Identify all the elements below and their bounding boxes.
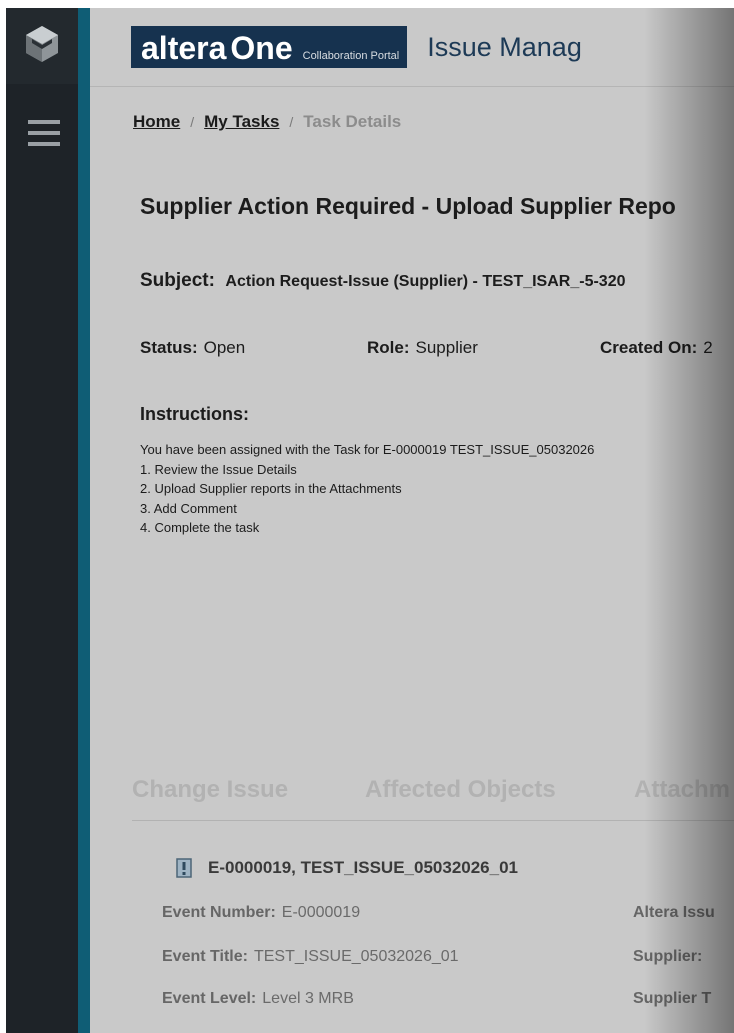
main-content: altera One Collaboration Portal Issue Ma… (90, 8, 734, 1033)
event-number-label: Event Number: (162, 904, 276, 921)
header: altera One Collaboration Portal Issue Ma… (131, 26, 582, 68)
status-field: Status: Open (140, 338, 245, 358)
app-title: Issue Manag (427, 31, 582, 62)
task-subject: Subject: Action Request-Issue (Supplier)… (140, 270, 625, 292)
event-level-label: Event Level: (162, 990, 257, 1007)
brand-subtitle: Collaboration Portal (302, 50, 400, 62)
brand-logo[interactable]: altera One Collaboration Portal (131, 26, 408, 68)
instruction-line: 1. Review the Issue Details (140, 461, 297, 477)
created-on-value: 2 (703, 338, 713, 357)
tab-change-issue[interactable]: Change Issue (132, 776, 288, 804)
subject-label: Subject: (140, 270, 215, 291)
tab-attachments[interactable]: Attachm (634, 776, 730, 804)
instructions-heading: Instructions: (140, 404, 250, 424)
breadcrumb: Home / My Tasks / Task Details (133, 112, 401, 132)
event-level-value: Level 3 MRB (262, 990, 354, 1007)
hamburger-menu-button[interactable] (28, 119, 60, 151)
subject-value: Action Request-Issue (Supplier) - TEST_I… (225, 273, 626, 290)
supplier-type-label: Supplier T (633, 990, 712, 1007)
issue-heading: E-0000019, TEST_ISSUE_05032026_01 (208, 858, 519, 877)
supplier-field: Supplier: (633, 948, 708, 966)
event-title-label: Event Title: (162, 948, 248, 965)
brand-word: altera (141, 30, 227, 66)
accent-bar (78, 8, 90, 1033)
sidebar (6, 8, 78, 1033)
role-label: Role: (367, 338, 410, 357)
breadcrumb-current: Task Details (303, 112, 402, 131)
altera-cube-logo-icon (25, 25, 59, 68)
role-field: Role: Supplier (367, 338, 478, 358)
instructions-text: You have been assigned with the Task for… (140, 440, 594, 538)
hamburger-menu-icon (28, 119, 60, 151)
tabs-divider (132, 820, 734, 821)
issue-header: E-0000019, TEST_ISSUE_05032026_01 (176, 858, 518, 878)
instruction-line: You have been assigned with the Task for… (140, 442, 595, 457)
supplier-type-field: Supplier T (633, 990, 717, 1008)
created-on-field: Created On: 2 (600, 338, 713, 358)
breadcrumb-separator: / (190, 114, 195, 130)
breadcrumb-my-tasks-link[interactable]: My Tasks (204, 112, 279, 132)
event-number-value: E-0000019 (281, 904, 361, 921)
event-title-field: Event Title: TEST_ISSUE_05032026_01 (162, 948, 459, 966)
supplier-label: Supplier: (633, 948, 703, 965)
top-edge (0, 0, 734, 8)
instruction-line: 3. Add Comment (140, 500, 237, 516)
role-value: Supplier (415, 338, 478, 357)
breadcrumb-home-link[interactable]: Home (133, 112, 180, 132)
app-window: altera One Collaboration Portal Issue Ma… (0, 0, 734, 1033)
breadcrumb-separator: / (289, 114, 294, 130)
altera-issue-label: Altera Issu (633, 904, 715, 921)
altera-issue-field: Altera Issu (633, 904, 721, 922)
status-label: Status: (140, 338, 198, 357)
event-number-field: Event Number: E-0000019 (162, 904, 360, 922)
right-edge-shade (644, 8, 734, 1033)
event-level-field: Event Level: Level 3 MRB (162, 990, 354, 1008)
instruction-line: 4. Complete the task (140, 520, 260, 535)
status-value: Open (203, 338, 246, 357)
document-icon (176, 858, 192, 878)
instruction-line: 2. Upload Supplier reports in the Attach… (140, 481, 402, 496)
tab-affected-objects[interactable]: Affected Objects (365, 776, 556, 804)
header-divider (90, 86, 734, 87)
brand-one: One (230, 30, 293, 66)
sidebar-logo[interactable] (6, 8, 78, 84)
event-title-value: TEST_ISSUE_05032026_01 (253, 948, 459, 965)
created-on-label: Created On: (600, 338, 698, 357)
page-title: Supplier Action Required - Upload Suppli… (140, 193, 676, 219)
